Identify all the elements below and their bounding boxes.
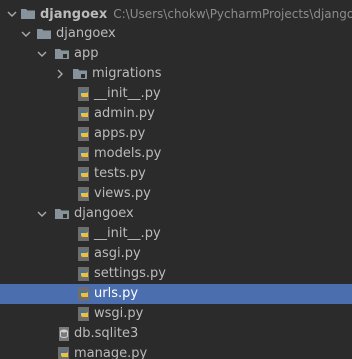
tree-item-row[interactable]: models.py — [0, 144, 352, 164]
chevron-down-icon[interactable] — [20, 24, 32, 44]
tree-item-label: settings.py — [94, 266, 166, 281]
tree-item-row[interactable]: migrations — [0, 64, 352, 84]
folder-icon — [36, 26, 52, 42]
tree-item-row[interactable]: __init__.py — [0, 84, 352, 104]
chevron-right-icon[interactable] — [54, 64, 66, 84]
python-file-icon — [76, 226, 92, 242]
tree-item-row[interactable]: apps.py — [0, 124, 352, 144]
python-file-icon — [76, 146, 92, 162]
tree-item-label: views.py — [94, 186, 151, 201]
root-path: C:\Users\chokw\PycharmProjects\djangoex — [113, 7, 352, 21]
tree-item-label: asgi.py — [94, 246, 141, 261]
tree-item-row[interactable]: __init__.py — [0, 224, 352, 244]
tree-item-row[interactable]: asgi.py — [0, 244, 352, 264]
project-tree: djangoex C:\Users\chokw\PycharmProjects\d… — [0, 0, 352, 359]
tree-item-label: tests.py — [94, 166, 146, 181]
python-file-icon — [76, 186, 92, 202]
tree-item-row[interactable]: manage.py — [0, 344, 352, 359]
tree-item-label: manage.py — [74, 346, 148, 359]
tree-item-row-selected[interactable]: urls.py — [0, 284, 352, 304]
tree-root-row[interactable]: djangoex C:\Users\chokw\PycharmProjects\d… — [0, 4, 352, 24]
database-file-icon — [56, 326, 72, 342]
tree-item-row[interactable]: db.sqlite3 — [0, 324, 352, 344]
chevron-down-icon[interactable] — [6, 4, 18, 24]
python-file-icon — [76, 126, 92, 142]
tree-item-row[interactable]: admin.py — [0, 104, 352, 124]
python-file-icon — [76, 286, 92, 302]
chevron-down-icon[interactable] — [36, 44, 48, 64]
python-file-icon — [56, 346, 72, 359]
tree-item-label: admin.py — [94, 106, 155, 121]
tree-item-label: apps.py — [94, 126, 146, 141]
tree-item-label: __init__.py — [94, 86, 161, 101]
package-folder-icon — [54, 206, 70, 222]
python-file-icon — [76, 106, 92, 122]
tree-item-label: db.sqlite3 — [74, 326, 139, 341]
tree-item-row[interactable]: tests.py — [0, 164, 352, 184]
package-folder-icon — [72, 66, 88, 82]
tree-item-label: djangoex — [56, 26, 116, 41]
tree-item-row[interactable]: djangoex — [0, 204, 352, 224]
chevron-down-icon[interactable] — [36, 204, 48, 224]
tree-item-label: migrations — [92, 66, 162, 81]
tree-item-row[interactable]: wsgi.py — [0, 304, 352, 324]
root-name: djangoex — [40, 7, 108, 22]
tree-item-row[interactable]: views.py — [0, 184, 352, 204]
tree-item-label: wsgi.py — [94, 306, 144, 321]
tree-item-row[interactable]: djangoex — [0, 24, 352, 44]
python-file-icon — [76, 86, 92, 102]
python-file-icon — [76, 246, 92, 262]
python-file-icon — [76, 306, 92, 322]
tree-item-label: urls.py — [94, 286, 139, 301]
python-file-icon — [76, 166, 92, 182]
tree-item-label: djangoex — [74, 206, 134, 221]
tree-item-label: app — [74, 46, 99, 61]
tree-item-row[interactable]: settings.py — [0, 264, 352, 284]
tree-item-label: __init__.py — [94, 226, 161, 241]
package-folder-icon — [54, 46, 70, 62]
python-file-icon — [76, 266, 92, 282]
folder-icon — [20, 6, 36, 22]
tree-item-label: models.py — [94, 146, 162, 161]
tree-item-row[interactable]: app — [0, 44, 352, 64]
